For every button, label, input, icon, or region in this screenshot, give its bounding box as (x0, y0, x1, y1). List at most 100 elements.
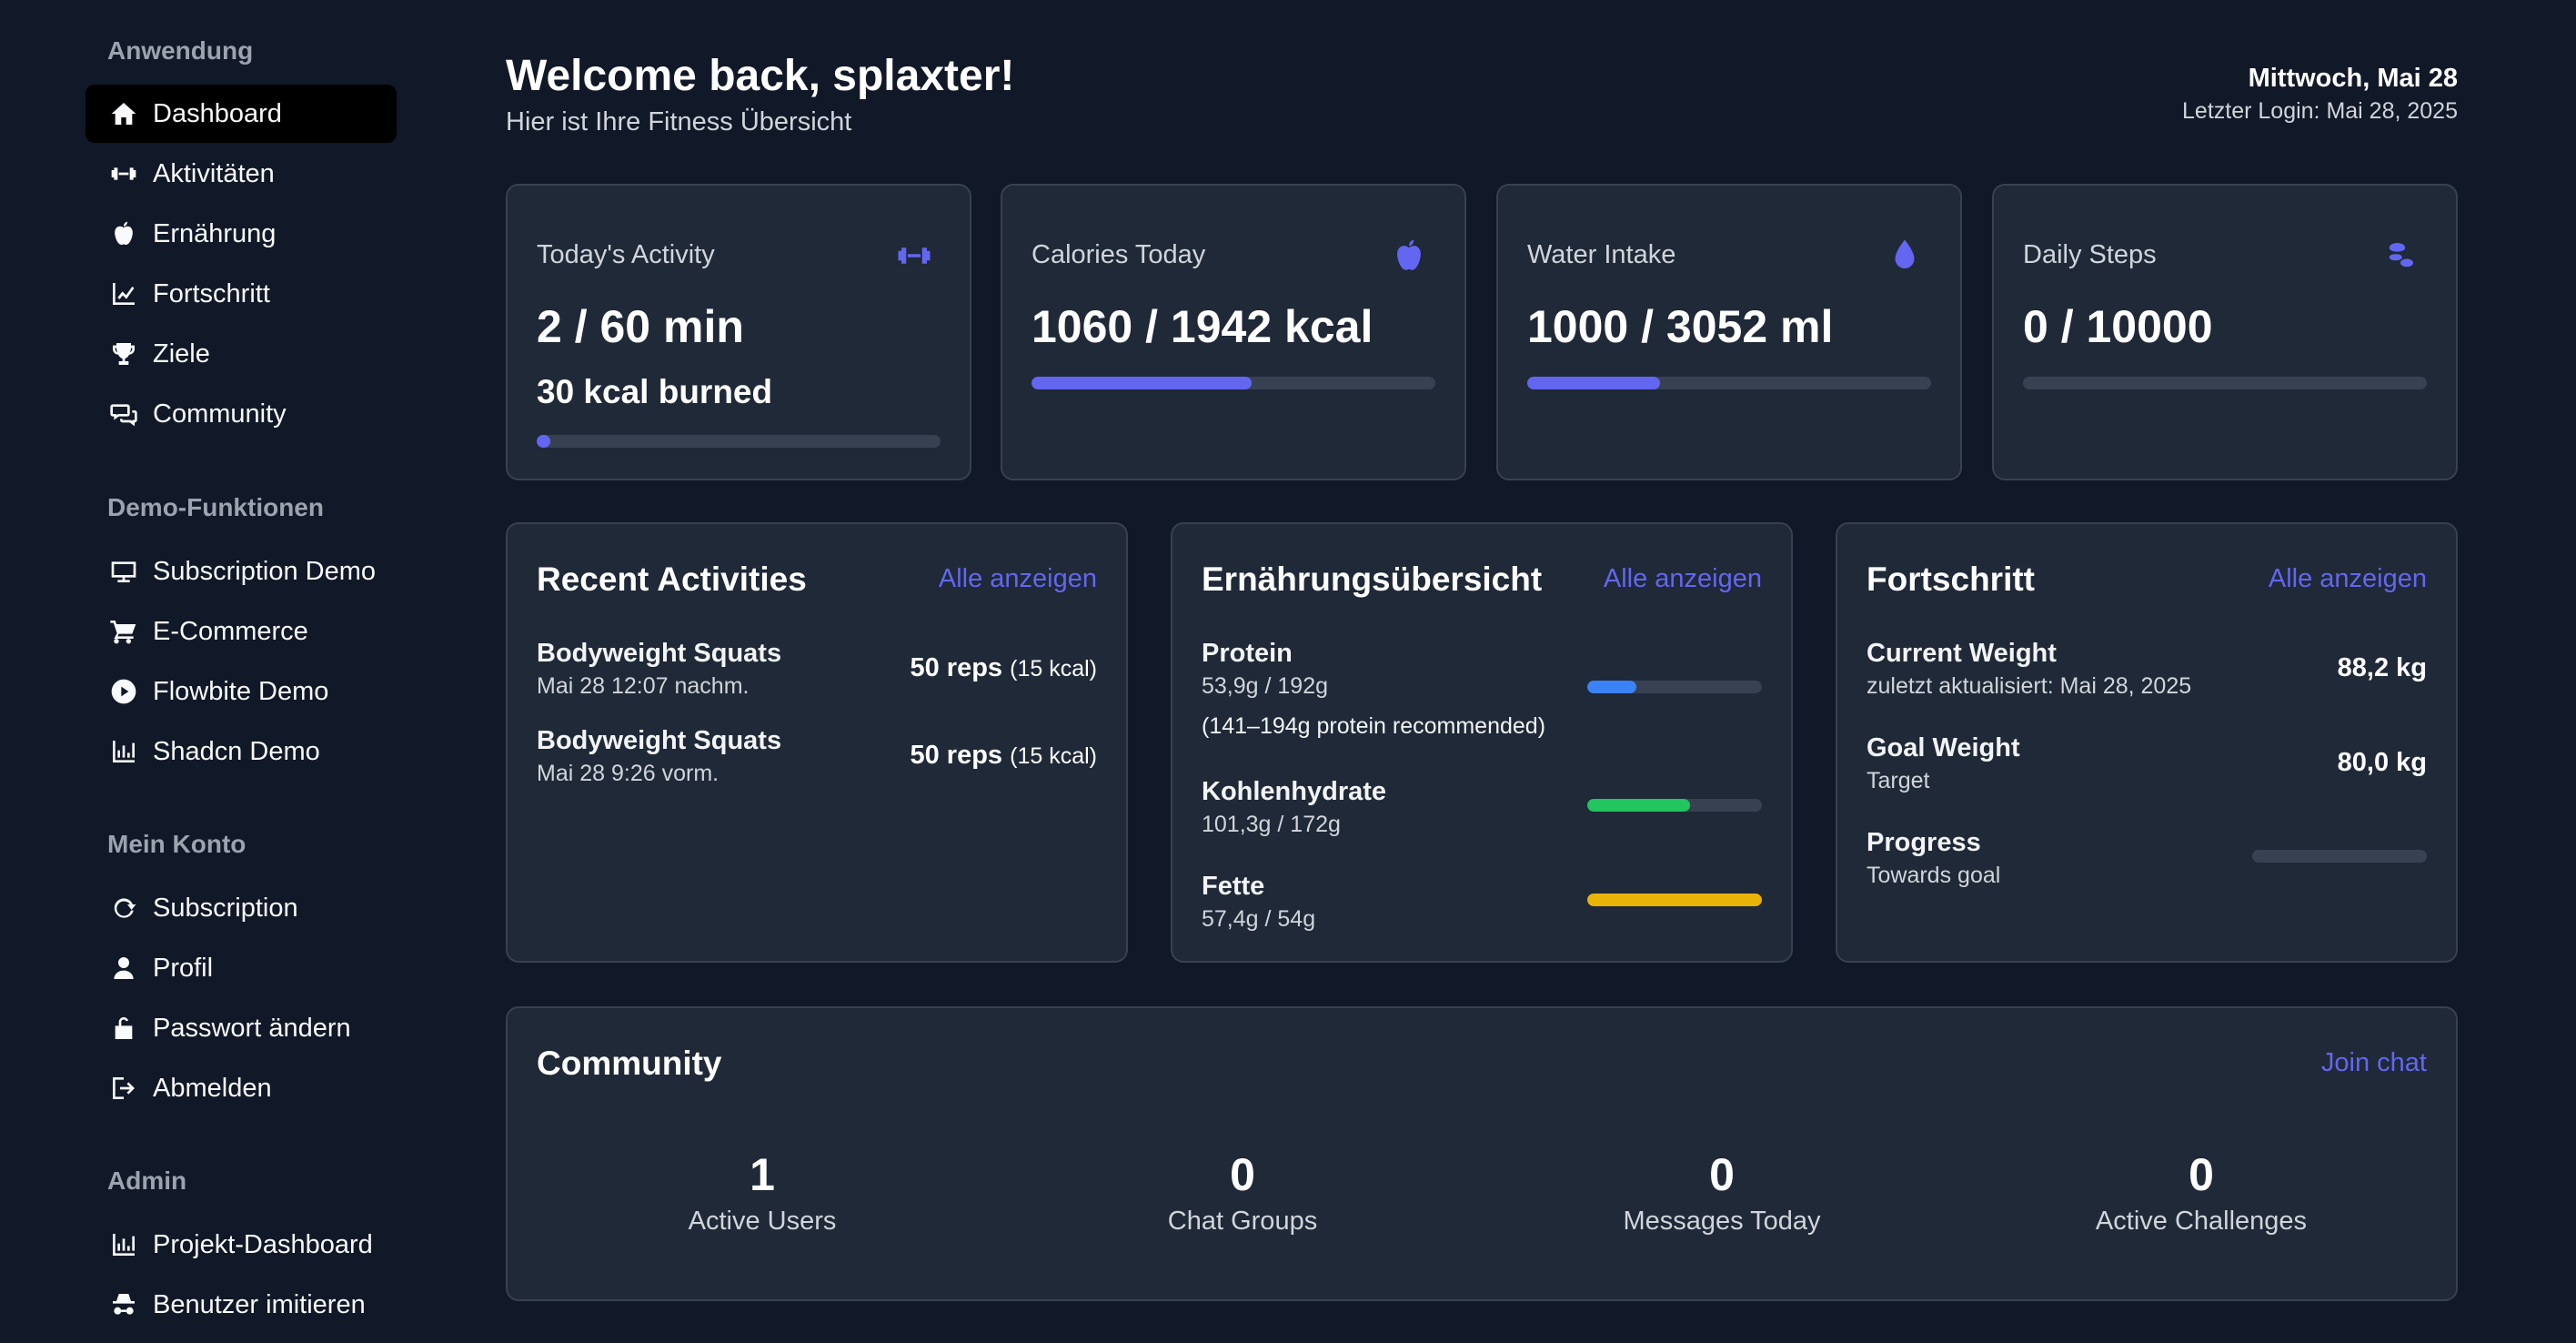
macro-amount: 53,9g / 192g (1202, 673, 1329, 699)
progress-bar-fill (1587, 681, 1636, 693)
section-title: Fortschritt (1867, 560, 2035, 598)
stat-label: Active Users (688, 1207, 837, 1236)
sidebar-item-fortschritt[interactable]: Fortschritt (86, 265, 397, 323)
stat-value: 1060 / 1942 kcal (1031, 301, 1374, 352)
sidebar-item-label: Subscription (153, 893, 298, 923)
sidebar-item-projekt-dashboard[interactable]: Projekt-Dashboard (86, 1216, 397, 1274)
bar-chart-icon (107, 1228, 140, 1261)
progress-bar-fill (537, 435, 550, 448)
community-card: Community Join chat 1 Active Users 0 Cha… (506, 1006, 2458, 1301)
incognito-icon (107, 1288, 140, 1321)
join-chat-link[interactable]: Join chat (2321, 1048, 2427, 1078)
view-all-progress-link[interactable]: Alle anzeigen (2269, 564, 2427, 594)
stat-card-activity: Today's Activity 2 / 60 min 30 kcal burn… (506, 184, 971, 480)
protein-recommendation: (141–194g protein recommended) (1202, 713, 1546, 739)
community-stat-chat-groups: 0 Chat Groups (1061, 1148, 1424, 1237)
progress-bar-fill (1587, 894, 1762, 906)
stat-subvalue: 30 kcal burned (537, 373, 773, 410)
sidebar-item-label: Dashboard (153, 98, 282, 128)
refresh-icon (107, 892, 140, 924)
sidebar-group-title: Demo-Funktionen (107, 493, 324, 521)
sidebar-item-aktivitaeten[interactable]: Aktivitäten (86, 145, 397, 203)
page-title: Welcome back, splaxter! (506, 52, 1015, 100)
view-all-nutrition-link[interactable]: Alle anzeigen (1604, 564, 1762, 594)
stat-label: Active Challenges (2095, 1207, 2308, 1236)
sidebar: Anwendung Dashboard Aktivitäten Ernährun… (0, 0, 437, 1343)
sidebar-item-label: Community (153, 399, 287, 429)
reps-value: 50 reps (910, 653, 1003, 682)
bar-chart-icon (107, 735, 140, 768)
fat-bar (1587, 894, 1762, 906)
community-stat-active-challenges: 0 Active Challenges (2019, 1148, 2383, 1237)
sidebar-item-ecommerce[interactable]: E-Commerce (86, 602, 397, 661)
dumbbell-icon (107, 157, 140, 190)
sidebar-item-subscription-demo[interactable]: Subscription Demo (86, 542, 397, 601)
sidebar-item-ernaehrung[interactable]: Ernährung (86, 205, 397, 263)
footprints-icon (2381, 237, 2420, 275)
section-title: Recent Activities (537, 560, 807, 598)
metric-name: Progress (1867, 828, 1981, 857)
goal-progress-bar (2252, 850, 2427, 863)
activity-name: Bodyweight Squats (537, 726, 782, 755)
progress-bar (1527, 377, 1931, 389)
sidebar-item-subscription[interactable]: Subscription (86, 879, 397, 937)
logout-icon (107, 1072, 140, 1105)
stat-value: 1000 / 3052 ml (1527, 301, 1834, 352)
sidebar-group-title: Mein Konto (107, 830, 247, 858)
sidebar-item-shadcn-demo[interactable]: Shadcn Demo (86, 722, 397, 781)
view-all-activities-link[interactable]: Alle anzeigen (939, 564, 1097, 594)
kcal-value: (15 kcal) (1010, 656, 1097, 682)
activity-time: Mai 28 9:26 vorm. (537, 761, 719, 786)
chart-line-icon (107, 278, 140, 310)
unlock-icon (107, 1012, 140, 1045)
stat-value: 2 / 60 min (537, 301, 744, 352)
current-date: Mittwoch, Mai 28 (2248, 64, 2458, 93)
reps-value: 50 reps (910, 741, 1003, 770)
section-title: Community (537, 1045, 722, 1082)
sidebar-item-abmelden[interactable]: Abmelden (86, 1059, 397, 1117)
progress-card: Fortschritt Alle anzeigen Current Weight… (1836, 522, 2458, 963)
apple-icon (1390, 237, 1428, 275)
sidebar-group-title: Anwendung (107, 36, 254, 65)
metric-name: Goal Weight (1867, 733, 2020, 762)
sidebar-item-label: Flowbite Demo (153, 676, 329, 706)
community-stat-active-users: 1 Active Users (580, 1148, 944, 1237)
nutrition-card: Ernährungsübersicht Alle anzeigen Protei… (1171, 522, 1793, 963)
sidebar-item-label: Ernährung (153, 218, 277, 248)
sidebar-item-label: Shadcn Demo (153, 736, 320, 766)
macro-amount: 101,3g / 172g (1202, 812, 1341, 837)
sidebar-item-label: Profil (153, 953, 214, 983)
sidebar-item-label: Fortschritt (153, 278, 270, 308)
sidebar-item-profil[interactable]: Profil (86, 939, 397, 997)
stat-card-calories: Calories Today 1060 / 1942 kcal (1001, 184, 1466, 480)
metric-name: Current Weight (1867, 639, 2057, 668)
stat-title: Daily Steps (2023, 240, 2157, 269)
dumbbell-icon (895, 237, 933, 275)
metric-sub: Target (1867, 768, 1930, 793)
monitor-icon (107, 555, 140, 588)
sidebar-item-label: Aktivitäten (153, 158, 275, 188)
sidebar-item-ziele[interactable]: Ziele (86, 325, 397, 383)
sidebar-item-dashboard[interactable]: Dashboard (86, 85, 397, 143)
goal-weight-value: 80,0 kg (2337, 748, 2427, 777)
kcal-value: (15 kcal) (1010, 743, 1097, 769)
sidebar-item-passwort[interactable]: Passwort ändern (86, 999, 397, 1057)
sidebar-group-title: Admin (107, 1166, 187, 1195)
protein-bar (1587, 681, 1762, 693)
recent-activities-card: Recent Activities Alle anzeigen Bodyweig… (506, 522, 1128, 963)
progress-bar-fill (1527, 377, 1660, 389)
sidebar-item-label: E-Commerce (153, 616, 308, 646)
macro-name: Kohlenhydrate (1202, 777, 1387, 806)
sidebar-item-community[interactable]: Community (86, 385, 397, 443)
stat-label: Chat Groups (1167, 1207, 1318, 1236)
sidebar-item-label: Projekt-Dashboard (153, 1229, 373, 1259)
stat-number: 0 (1230, 1149, 1255, 1200)
water-drop-icon (1886, 237, 1924, 275)
user-icon (107, 952, 140, 985)
metric-sub: Towards goal (1867, 863, 2001, 888)
sidebar-item-flowbite-demo[interactable]: Flowbite Demo (86, 662, 397, 721)
activity-time: Mai 28 12:07 nachm. (537, 673, 750, 699)
sidebar-item-benutzer-imitieren[interactable]: Benutzer imitieren (86, 1276, 397, 1334)
play-circle-icon (107, 675, 140, 708)
stat-title: Calories Today (1031, 240, 1206, 269)
